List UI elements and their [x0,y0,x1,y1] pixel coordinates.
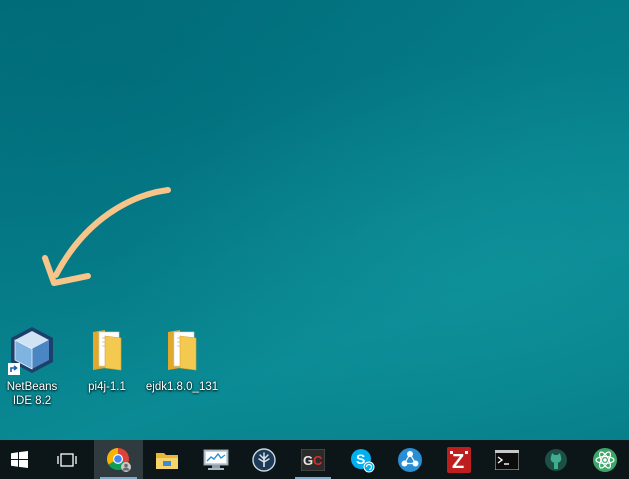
console-icon [495,449,520,470]
skype-icon: S [350,448,375,472]
netbeans-cube-icon [7,325,57,375]
github-button[interactable] [532,440,581,479]
share-app-button[interactable] [386,440,435,479]
svg-text:G: G [303,453,313,468]
filezilla-button[interactable]: Z [435,440,484,479]
annotation-arrow [42,187,171,286]
command-prompt-button[interactable] [483,440,532,479]
chrome-button[interactable] [94,440,143,479]
raspberry-app-button[interactable] [240,440,289,479]
task-view-icon [57,452,77,467]
desktop-icon-ejdk[interactable]: ejdk1.8.0_131 [145,325,219,394]
desktop-icon-label: pi4j-1.1 [88,381,126,393]
desktop-icon-pi4j[interactable]: pi4j-1.1 [72,325,142,394]
atom-button[interactable] [580,440,629,479]
taskbar: G C S Z [0,440,629,479]
tree-badge-icon [252,447,277,472]
folder-icon [82,325,132,375]
task-view-button[interactable] [40,440,95,479]
resource-monitor-button[interactable] [191,440,240,479]
windows-logo-icon [11,451,29,468]
folder-icon [156,452,179,469]
gc-icon: G C [300,448,325,471]
atom-icon [592,447,617,472]
svg-text:Z: Z [452,451,464,473]
folder-icon [157,325,207,375]
desktop-icon-label: ejdk1.8.0_131 [145,381,219,393]
desktop-icon-label: NetBeans IDE 8.2 [6,381,58,407]
shortcut-arrow-icon [8,363,20,375]
svg-text:C: C [313,453,323,468]
monitor-icon [203,449,229,470]
desktop-icon-netbeans[interactable]: NetBeans IDE 8.2 [0,325,67,408]
gc-app-button[interactable]: G C [289,440,338,479]
skype-button[interactable]: S [337,440,386,479]
chrome-icon [106,447,131,472]
filezilla-icon: Z [446,446,471,473]
desktop[interactable]: NetBeans IDE 8.2 pi4j-1.1 ejdk1.8.0_131 [0,0,629,440]
share-nodes-icon [398,447,423,472]
octocat-icon [545,448,568,471]
file-explorer-button[interactable] [143,440,192,479]
svg-text:S: S [356,451,365,467]
start-button[interactable] [0,440,40,479]
